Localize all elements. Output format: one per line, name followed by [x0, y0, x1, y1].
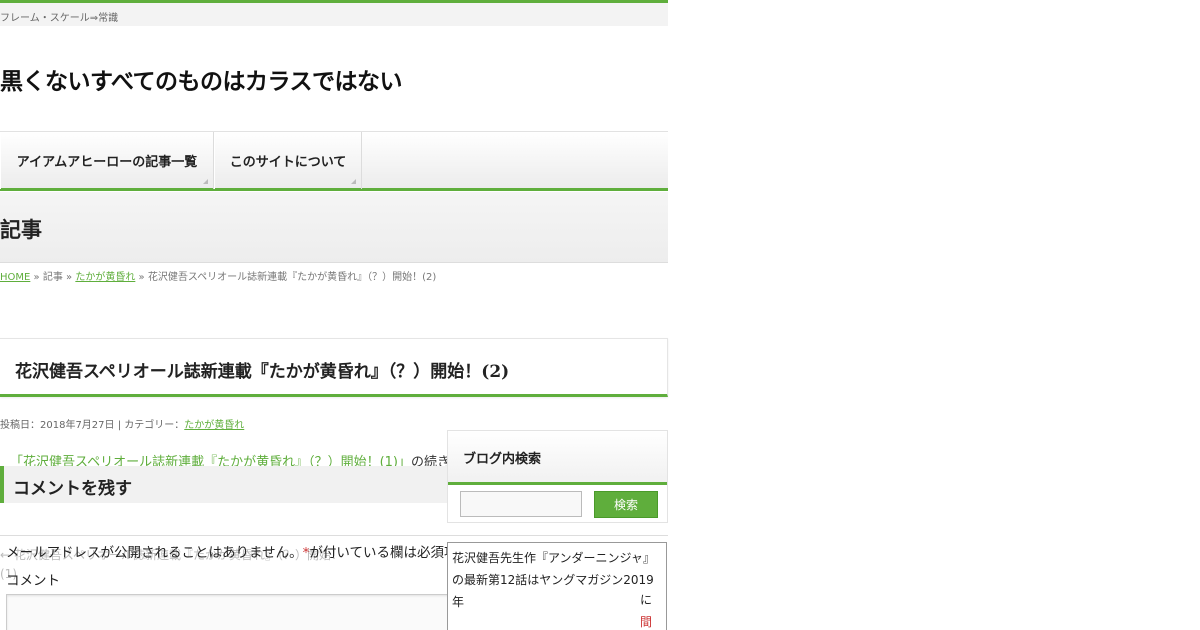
widget-text-fragment-highlight: 間	[639, 615, 652, 629]
breadcrumb-section: 記事	[42, 272, 63, 283]
corner-triangle-icon	[203, 179, 208, 184]
category-heading: 記事	[0, 218, 42, 242]
comment-heading: コメントを残す	[13, 479, 132, 499]
post-category-link[interactable]: たかが黄昏れ	[184, 420, 244, 431]
sidebar-text-widget: 花沢健吾先生作『アンダーニンジャ』の最新第12話はヤングマガジン2019年 に …	[447, 542, 667, 630]
widget-title-bar: ブログ内検索	[448, 431, 667, 485]
comment-notes: メールアドレスが公開されることはありません。*が付いている欄は必須項目です	[6, 541, 498, 561]
nav-item-label: このサイトについて	[229, 155, 347, 170]
breadcrumb-separator: »	[66, 272, 73, 283]
search-widget: ブログ内検索 検索	[447, 430, 668, 523]
site-title[interactable]: 黒くないすべてのものはカラスではない	[0, 62, 403, 96]
widget-title: ブログ内検索	[463, 452, 542, 467]
category-header: 記事	[0, 192, 668, 263]
breadcrumb-current: 花沢健吾スペリオール誌新連載『たかが黄昏れ』（？）開始！(2)	[147, 272, 437, 283]
comment-label: コメント	[6, 573, 60, 589]
post-meta: 投稿日：2018年7月27日 | カテゴリー：たかが黄昏れ	[0, 416, 244, 431]
search-input[interactable]	[460, 491, 582, 517]
breadcrumb-separator: »	[33, 272, 40, 283]
breadcrumb-separator: »	[138, 272, 145, 283]
nav-item-about[interactable]: このサイトについて	[214, 132, 362, 189]
page: フレーム・スケール⇒常識 黒くないすべてのものはカラスではない アイアムアヒーロ…	[0, 0, 668, 630]
breadcrumb-home-link[interactable]: HOME	[0, 272, 30, 283]
widget-text-fragment: に	[639, 593, 652, 607]
breadcrumb-category-link[interactable]: たかが黄昏れ	[75, 272, 135, 283]
corner-triangle-icon	[351, 179, 356, 184]
search-button[interactable]: 検索	[594, 491, 658, 518]
nav-item-label: アイアムアヒーローの記事一覧	[16, 155, 198, 170]
top-bar: フレーム・スケール⇒常識	[0, 0, 668, 26]
post-title: 花沢健吾スペリオール誌新連載『たかが黄昏れ』（？）開始！(2)	[15, 362, 510, 382]
site-tagline: フレーム・スケール⇒常識	[0, 13, 119, 24]
post-title-box: 花沢健吾スペリオール誌新連載『たかが黄昏れ』（？）開始！(2)	[0, 338, 668, 397]
divider	[0, 535, 668, 536]
note-text: メールアドレスが公開されることはありません。	[6, 545, 303, 561]
global-nav: アイアムアヒーローの記事一覧 このサイトについて	[0, 131, 668, 191]
widget-text: 花沢健吾先生作『アンダーニンジャ』の最新第12話はヤングマガジン2019年	[452, 551, 655, 609]
post-date: 投稿日：2018年7月27日 | カテゴリー：	[0, 420, 185, 431]
nav-item-article-list[interactable]: アイアムアヒーローの記事一覧	[0, 132, 214, 189]
breadcrumb: HOME » 記事 » たかが黄昏れ » 花沢健吾スペリオール誌新連載『たかが黄…	[0, 268, 436, 283]
